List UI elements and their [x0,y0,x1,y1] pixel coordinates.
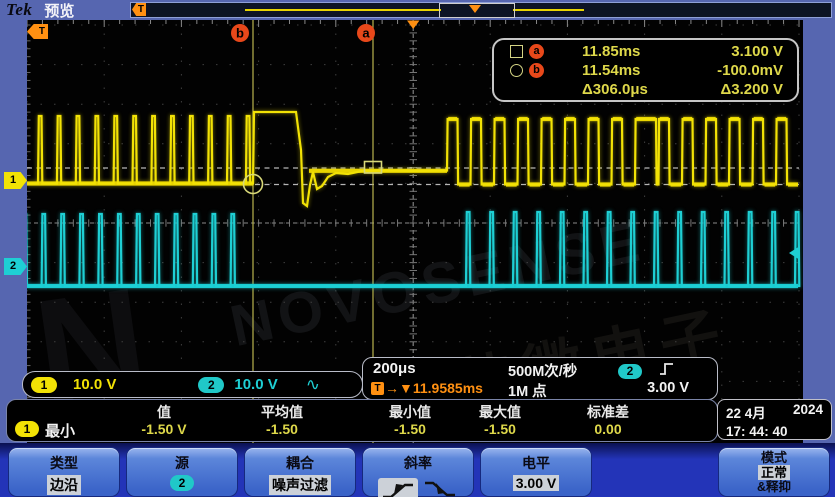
trigger-t-icon: T [371,382,384,395]
cursor-a-badge: a [529,44,544,59]
cursor-delta-row: Δ306.0μs Δ3.200 V [494,80,797,99]
meas-name: 最小 [45,420,75,441]
trigger-arrow-icon: →▼ [385,380,413,396]
source-value-badge: 2 [170,475,194,491]
record-view-bar[interactable]: T [130,2,832,18]
ch1-scale: 10.0 V [73,376,116,393]
time: 17: 44: 40 [726,424,823,439]
record-trigger-flag-icon: T [132,3,146,16]
datetime-box: 22 4月 2024 17: 44: 40 [717,399,832,440]
ch1-position-marker[interactable]: 1 [4,172,27,189]
svg-text:b: b [236,26,244,41]
ch1-trace [27,112,798,206]
oscilloscope-screen: Tek 预览 T N NOVOSENSE 纳芯微电子 [0,0,835,497]
ch2-badge: 2 [198,377,224,393]
year: 2024 [793,402,823,422]
menu-button-mode[interactable]: 模式 正常 &释抑 [718,447,830,497]
rising-slope-icon [378,478,418,497]
cursor-readout-box: a 11.85ms 3.100 V b 11.54ms -100.0mV Δ30… [492,38,799,102]
header: Tek 预览 [6,0,74,20]
ch1-badge: 1 [31,377,57,393]
menu-button-coupling[interactable]: 耦合 噪声过滤 [244,447,356,497]
ch2-scale: 10.0 V [234,376,277,393]
trigger-slope-icon [659,361,675,381]
mode-value2: &释抑 [757,480,791,495]
mode-value: 正常 [758,465,790,480]
trigger-level-readout: 3.00 V [603,380,689,396]
record-trigger-position-icon [469,5,481,13]
trigger-source: 2 [618,362,642,380]
trigger-menu-bar: 类型 边沿 源 2 耦合 噪声过滤 斜率 电平 3.00 V [0,443,835,497]
menu-button-slope[interactable]: 斜率 [362,447,474,497]
timebase-scale: 200μs [373,360,416,377]
measurement-table: 1 最小 值 -1.50 V 平均值 -1.50 最小值 -1.50 最大值 -… [6,399,718,442]
coupling-value: 噪声过滤 [269,475,331,495]
cursor-b-time: 11.54ms [582,62,700,79]
acquisition-status: 预览 [44,0,74,21]
trigger-position-value: 11.9585ms [413,380,483,396]
svg-text:a: a [362,26,370,41]
menu-button-source[interactable]: 源 2 [126,447,238,497]
timebase-readout-box: 200μs T →▼ 11.9585ms 500M次/秒 1M 点 2 3.00… [362,357,718,400]
date: 22 4月 [726,402,766,422]
cursor-b-row: b 11.54ms -100.0mV [494,61,797,80]
cursor-a-volt: 3.100 V [700,43,797,60]
cursor-b-volt: -100.0mV [700,62,797,79]
record-length: 1M 点 [508,380,547,401]
record-waveform-line [513,9,584,11]
cursor-a-label[interactable]: a [357,24,375,42]
circle-marker-icon [510,64,523,77]
sample-rate: 500M次/秒 [508,360,577,381]
cursor-b-label[interactable]: b [231,24,249,42]
menu-button-level[interactable]: 电平 3.00 V [480,447,592,497]
falling-slope-icon [422,476,458,497]
ch2-position-marker[interactable]: 2 [4,258,27,275]
record-waveform-line [245,9,441,11]
delta-time: Δ306.0μs [582,81,700,98]
cursor-b-badge: b [529,63,544,78]
square-marker-icon [510,45,523,58]
delta-volt: Δ3.200 V [700,81,797,98]
cursor-a-row: a 11.85ms 3.100 V [494,42,797,61]
trigger-source-badge: 2 [618,364,642,379]
channel-readout-box: 1 10.0 V 2 10.0 V ∿ [22,371,363,398]
cursor-a-time: 11.85ms [582,43,700,60]
tek-logo: Tek [6,0,32,20]
trigger-position-readout: T →▼ 11.9585ms [371,380,483,396]
trigger-position-icon [407,21,420,30]
level-value: 3.00 V [513,475,559,491]
ch2-coupling-icon: ∿ [306,375,320,395]
meas-ch-badge: 1 [15,421,39,437]
type-value: 边沿 [47,475,81,495]
menu-button-type[interactable]: 类型 边沿 [8,447,120,497]
